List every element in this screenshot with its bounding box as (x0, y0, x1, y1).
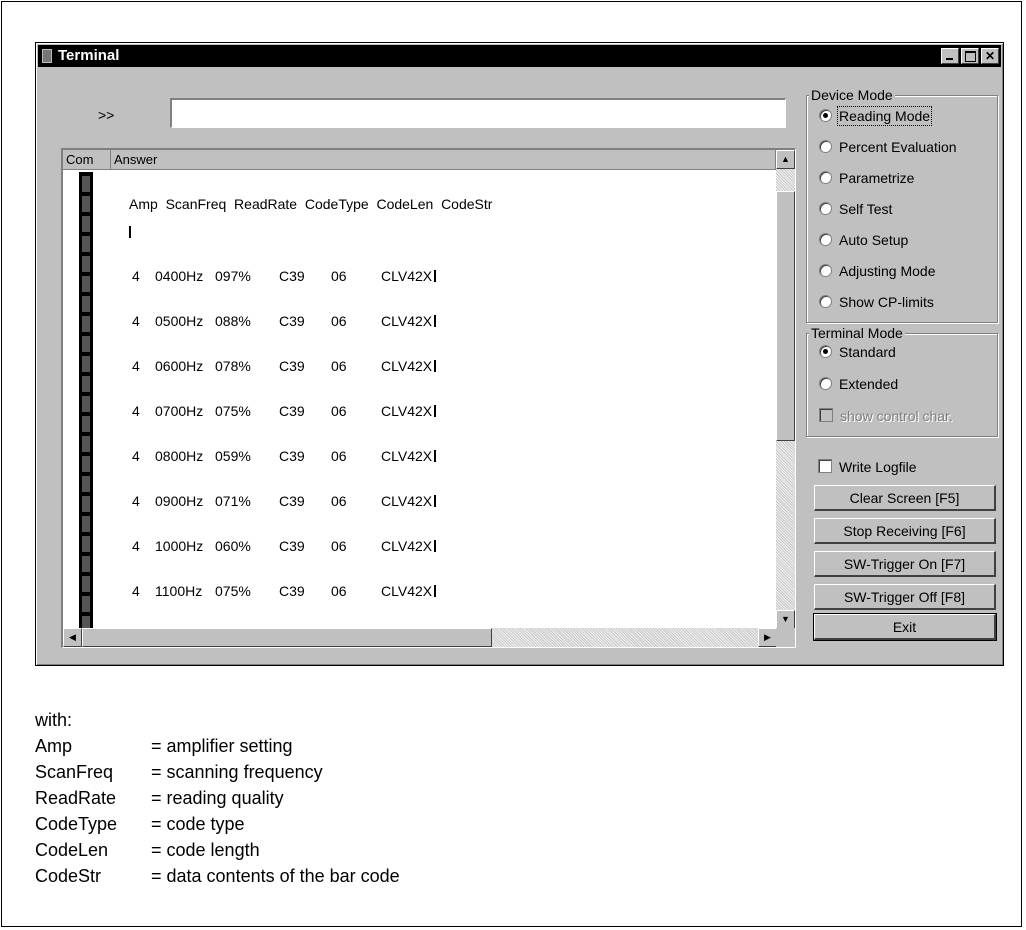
horizontal-scrollbar[interactable]: ◀ ▶ (63, 628, 777, 647)
radio-icon (819, 140, 832, 153)
device-mode-group: Device Mode Reading Mode Percent Evaluat… (806, 87, 998, 323)
checkbox-icon (818, 459, 832, 473)
scroll-up-icon[interactable]: ▲ (776, 150, 795, 169)
command-input[interactable] (170, 98, 786, 128)
write-logfile-checkbox[interactable]: Write Logfile (818, 457, 917, 477)
exit-button[interactable]: Exit (813, 613, 997, 641)
radio-adjusting-mode[interactable]: Adjusting Mode (819, 261, 936, 281)
checkbox-icon (819, 408, 833, 422)
show-control-char-checkbox[interactable]: show control char. (819, 406, 953, 426)
radio-percent-evaluation[interactable]: Percent Evaluation (819, 137, 957, 157)
radio-icon (819, 202, 832, 215)
radio-icon (819, 264, 832, 277)
device-mode-title: Device Mode (809, 87, 895, 103)
scroll-right-icon[interactable]: ▶ (758, 628, 777, 647)
sw-trigger-off-button[interactable]: SW-Trigger Off [F8] (814, 584, 996, 610)
vertical-scrollbar[interactable]: ▲ ▼ (776, 150, 795, 629)
horizontal-scroll-thumb[interactable] (82, 628, 492, 647)
legend-intro: with: (35, 710, 73, 730)
radio-extended[interactable]: Extended (819, 374, 898, 394)
title-bar[interactable]: Terminal (38, 45, 1001, 67)
terminal-output[interactable]: Com Answer Amp ScanFreq ReadRate CodeTyp… (61, 148, 796, 648)
terminal-window: Terminal >> Com Answer Amp ScanFreq Read… (35, 42, 1004, 666)
radio-parametrize[interactable]: Parametrize (819, 168, 914, 188)
scroll-down-icon[interactable]: ▼ (776, 610, 795, 629)
scroll-corner (776, 628, 795, 647)
radio-icon (819, 171, 832, 184)
close-button[interactable] (981, 48, 999, 64)
radio-self-test[interactable]: Self Test (819, 199, 892, 219)
clear-screen-button[interactable]: Clear Screen [F5] (814, 485, 996, 511)
maximize-button[interactable] (961, 48, 979, 64)
terminal-mode-title: Terminal Mode (809, 325, 905, 341)
radio-auto-setup[interactable]: Auto Setup (819, 230, 908, 250)
radio-reading-mode[interactable]: Reading Mode (819, 106, 933, 126)
window-title: Terminal (58, 47, 120, 64)
app-icon (42, 49, 52, 63)
vertical-scroll-thumb[interactable] (776, 191, 795, 441)
com-indicator-column (79, 172, 93, 632)
column-header-com[interactable]: Com (63, 150, 111, 170)
answer-header-line: Amp ScanFreq ReadRate CodeType CodeLen C… (129, 196, 493, 212)
sw-trigger-on-button[interactable]: SW-Trigger On [F7] (814, 551, 996, 577)
command-prompt: >> (98, 107, 115, 123)
line-end-marker (129, 226, 131, 238)
minimize-button[interactable] (941, 48, 959, 64)
radio-standard[interactable]: Standard (819, 342, 896, 362)
scroll-left-icon[interactable]: ◀ (63, 628, 82, 647)
radio-icon (819, 295, 832, 308)
radio-icon (819, 377, 832, 390)
radio-selected-icon (819, 109, 832, 122)
stop-receiving-button[interactable]: Stop Receiving [F6] (814, 518, 996, 544)
radio-icon (819, 233, 832, 246)
radio-selected-icon (819, 345, 832, 358)
answer-area: Amp ScanFreq ReadRate CodeType CodeLen C… (129, 196, 493, 599)
column-header-answer[interactable]: Answer (111, 150, 776, 170)
radio-show-cp-limits[interactable]: Show CP-limits (819, 292, 934, 312)
terminal-mode-group: Terminal Mode Standard Extended show con… (806, 325, 998, 437)
